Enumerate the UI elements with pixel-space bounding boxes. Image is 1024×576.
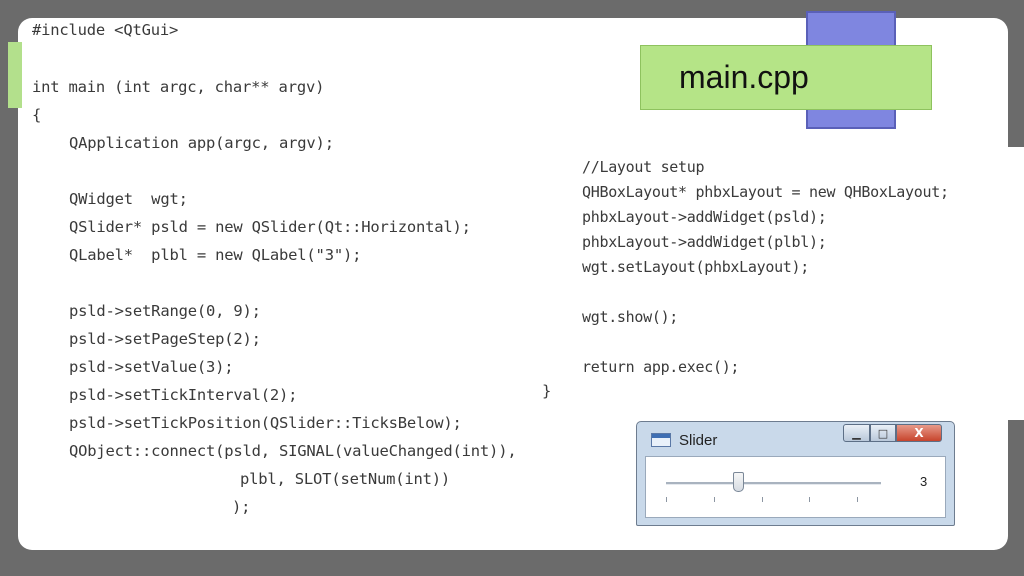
code-line-addwidget-plbl: phbxLayout->addWidget(plbl);: [582, 233, 827, 251]
code-line-layout-comment: //Layout setup: [582, 158, 705, 176]
slider-tick: [857, 497, 859, 502]
window-client-area: 3: [645, 456, 946, 518]
code-line-setlayout: wgt.setLayout(phbxLayout);: [582, 258, 810, 276]
slider-window: Slider ▁ □ X 3: [636, 421, 955, 526]
code-line-connect: QObject::connect(psld, SIGNAL(valueChang…: [69, 442, 517, 460]
code-line-addwidget-psld: phbxLayout->addWidget(psld);: [582, 208, 827, 226]
window-app-icon: [651, 433, 671, 447]
slider-tick: [713, 497, 715, 502]
code-line-connect-slot: plbl, SLOT(setNum(int)): [240, 470, 451, 488]
code-close-brace: }: [542, 382, 552, 400]
maximize-button[interactable]: □: [870, 424, 896, 442]
code-block-layout: //Layout setup QHBoxLayout* phbxLayout =…: [564, 147, 1024, 420]
code-line-settickposition: psld->setTickPosition(QSlider::TicksBelo…: [69, 414, 462, 432]
code-line-settickinterval: psld->setTickInterval(2);: [69, 386, 298, 404]
page-title: main.cpp: [679, 59, 809, 95]
code-line-connect-end: );: [232, 498, 251, 516]
slider-tick: [761, 497, 763, 502]
window-controls: ▁ □ X: [843, 424, 942, 442]
code-line-show: wgt.show();: [582, 308, 679, 326]
code-line-qwidget: QWidget wgt;: [69, 190, 188, 208]
code-line-main-signature: int main (int argc, char** argv): [32, 78, 325, 96]
close-button[interactable]: X: [896, 424, 942, 442]
code-block-main: #include <QtGui> int main (int argc, cha…: [32, 18, 592, 528]
title-box: main.cpp: [640, 45, 932, 110]
code-line-qapplication: QApplication app(argc, argv);: [69, 134, 334, 152]
code-line-qlabel: QLabel* plbl = new QLabel("3");: [69, 246, 362, 264]
slider-value-label: 3: [920, 474, 928, 489]
slider-tick: [809, 497, 811, 502]
code-line-qslider: QSlider* psld = new QSlider(Qt::Horizont…: [69, 218, 471, 236]
slider-tick: [666, 497, 667, 502]
code-line-setvalue: psld->setValue(3);: [69, 358, 234, 376]
slider-thumb[interactable]: [732, 472, 744, 492]
code-line-open-brace: {: [32, 106, 42, 124]
window-title: Slider: [679, 432, 718, 449]
code-line-setrange: psld->setRange(0, 9);: [69, 302, 261, 320]
side-accent-bar: [8, 42, 22, 108]
code-line-include: #include <QtGui>: [32, 21, 179, 39]
code-line-setpagestep: psld->setPageStep(2);: [69, 330, 261, 348]
minimize-button[interactable]: ▁: [843, 424, 870, 442]
code-line-qhboxlayout: QHBoxLayout* phbxLayout = new QHBoxLayou…: [582, 183, 949, 201]
code-line-return: return app.exec();: [582, 358, 740, 376]
slider-track[interactable]: [666, 482, 881, 485]
